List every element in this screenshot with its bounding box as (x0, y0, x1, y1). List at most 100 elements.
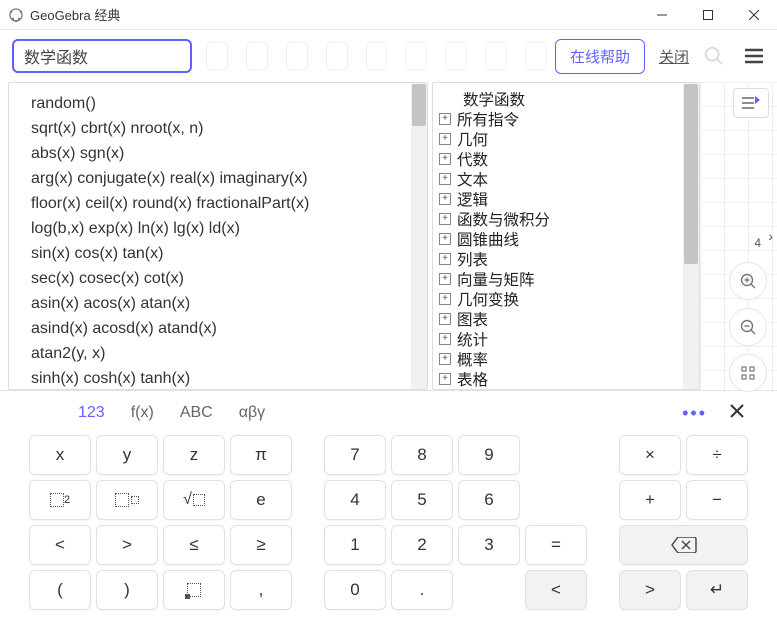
key-4[interactable]: 4 (324, 480, 386, 520)
keyboard-tab-abc[interactable]: ABC (180, 404, 213, 422)
function-scrollbar[interactable] (411, 83, 427, 389)
expand-icon[interactable]: + (439, 133, 451, 145)
function-line[interactable]: atan2(y, x) (31, 341, 413, 366)
expand-icon[interactable]: + (439, 333, 451, 345)
function-line[interactable]: floor(x) ceil(x) round(x) fractionalPart… (31, 191, 413, 216)
key-([interactable]: ( (29, 570, 91, 610)
category-item[interactable]: + 逻辑 (439, 189, 695, 209)
key-×[interactable]: × (619, 435, 681, 475)
category-item[interactable]: + 函数与微积分 (439, 209, 695, 229)
keyboard-close-button[interactable] (725, 399, 749, 423)
key-e[interactable]: e (230, 480, 292, 520)
zoom-in-button[interactable] (729, 262, 767, 300)
expand-icon[interactable]: + (439, 313, 451, 325)
key-y[interactable]: y (96, 435, 158, 475)
category-label: 逻辑 (457, 188, 488, 210)
key-6[interactable]: 6 (458, 480, 520, 520)
main-menu-button[interactable] (737, 39, 771, 73)
category-item[interactable]: +代数 (439, 149, 695, 169)
expand-icon[interactable]: + (439, 353, 451, 365)
function-line[interactable]: abs(x) sgn(x) (31, 141, 413, 166)
function-line[interactable]: sinh(x) cosh(x) tanh(x) (31, 366, 413, 389)
category-scrollbar[interactable] (683, 83, 699, 389)
key-−[interactable]: − (686, 480, 748, 520)
function-line[interactable]: arg(x) conjugate(x) real(x) imaginary(x) (31, 166, 413, 191)
key-z[interactable]: z (163, 435, 225, 475)
key-0[interactable]: 0 (324, 570, 386, 610)
expand-icon[interactable]: + (439, 213, 451, 225)
category-item[interactable]: +概率 (439, 349, 695, 369)
function-line[interactable]: sin(x) cos(x) tan(x) (31, 241, 413, 266)
top-toolbar: 在线帮助 关闭 (0, 30, 777, 82)
key-,[interactable]: , (230, 570, 292, 610)
key-≤[interactable]: ≤ (163, 525, 225, 565)
keyboard-more-button[interactable]: ••• (682, 403, 707, 424)
category-item[interactable]: +圆锥曲线 (439, 229, 695, 249)
key-enter[interactable]: ↵ (686, 570, 748, 610)
close-panel-link[interactable]: 关闭 (653, 46, 695, 67)
keyboard-tab-123[interactable]: 123 (78, 404, 105, 422)
category-item[interactable]: +向量与矩阵 (439, 269, 695, 289)
expand-icon[interactable]: + (439, 273, 451, 285)
stylebar-toggle-button[interactable] (733, 88, 769, 118)
keyboard-tab-fx[interactable]: f(x) (131, 404, 154, 422)
window-maximize-button[interactable] (685, 0, 731, 30)
key-)[interactable]: ) (96, 570, 158, 610)
key-3[interactable]: 3 (458, 525, 520, 565)
category-item[interactable]: +表格 (439, 369, 695, 389)
zoom-out-button[interactable] (729, 308, 767, 346)
function-list[interactable]: random()sqrt(x) cbrt(x) nroot(x, n)abs(x… (9, 83, 427, 389)
key-.[interactable]: . (391, 570, 453, 610)
function-line[interactable]: asin(x) acos(x) atan(x) (31, 291, 413, 316)
expand-icon[interactable]: + (439, 173, 451, 185)
online-help-button[interactable]: 在线帮助 (555, 39, 645, 74)
key-backspace[interactable] (619, 525, 748, 565)
key-+[interactable]: + (619, 480, 681, 520)
category-item[interactable]: +几何 (439, 129, 695, 149)
key-1[interactable]: 1 (324, 525, 386, 565)
category-item[interactable]: +列表 (439, 249, 695, 269)
key-square[interactable]: 2 (29, 480, 91, 520)
key-right[interactable]: > (619, 570, 681, 610)
key-÷[interactable]: ÷ (686, 435, 748, 475)
function-line[interactable]: sec(x) cosec(x) cot(x) (31, 266, 413, 291)
key-cursor[interactable] (163, 570, 225, 610)
expand-icon[interactable]: + (439, 153, 451, 165)
search-input[interactable] (12, 39, 192, 73)
key->[interactable]: > (96, 525, 158, 565)
expand-icon[interactable]: + (439, 233, 451, 245)
function-line[interactable]: asind(x) acosd(x) atand(x) (31, 316, 413, 341)
key-π[interactable]: π (230, 435, 292, 475)
key-left[interactable]: < (525, 570, 587, 610)
category-label: 函数与微积分 (457, 208, 550, 230)
key-8[interactable]: 8 (391, 435, 453, 475)
category-item[interactable]: +所有指令 (439, 109, 695, 129)
key-power[interactable] (96, 480, 158, 520)
function-line[interactable]: log(b,x) exp(x) ln(x) lg(x) ld(x) (31, 216, 413, 241)
key-7[interactable]: 7 (324, 435, 386, 475)
key-≥[interactable]: ≥ (230, 525, 292, 565)
function-line[interactable]: random() (31, 91, 413, 116)
key-9[interactable]: 9 (458, 435, 520, 475)
key-<[interactable]: < (29, 525, 91, 565)
category-list[interactable]: 数学函数+所有指令+几何+代数+文本+逻辑+函数与微积分+圆锥曲线+列表+向量与… (433, 83, 699, 389)
category-item[interactable]: +几何变换 (439, 289, 695, 309)
expand-icon[interactable]: + (439, 253, 451, 265)
expand-icon[interactable]: + (439, 373, 451, 385)
category-item[interactable]: +统计 (439, 329, 695, 349)
key-2[interactable]: 2 (391, 525, 453, 565)
function-line[interactable]: sqrt(x) cbrt(x) nroot(x, n) (31, 116, 413, 141)
expand-icon[interactable]: + (439, 113, 451, 125)
key-x[interactable]: x (29, 435, 91, 475)
expand-icon[interactable]: + (439, 193, 451, 205)
zoom-home-button[interactable] (729, 354, 767, 392)
keyboard-tab-greek[interactable]: αβγ (239, 404, 265, 422)
expand-icon[interactable]: + (439, 293, 451, 305)
key-sqrt[interactable]: √ (163, 480, 225, 520)
window-close-button[interactable] (731, 0, 777, 30)
key-5[interactable]: 5 (391, 480, 453, 520)
category-item[interactable]: +图表 (439, 309, 695, 329)
category-item[interactable]: +文本 (439, 169, 695, 189)
window-minimize-button[interactable] (639, 0, 685, 30)
key-=[interactable]: = (525, 525, 587, 565)
